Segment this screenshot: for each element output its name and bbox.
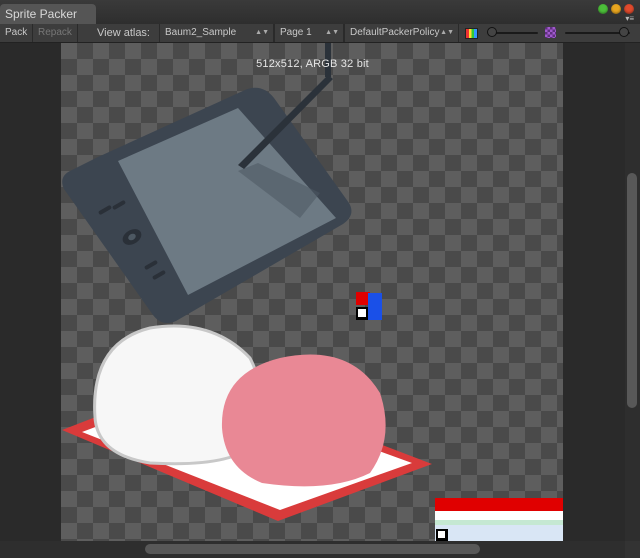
minimize-button[interactable]: [611, 4, 621, 14]
pen-tablet-sprite: [62, 43, 352, 323]
atlas-dropdown[interactable]: Baum2_Sample ▲▼: [159, 24, 274, 42]
packer-policy-dropdown[interactable]: DefaultPackerPolicy ▲▼: [344, 24, 459, 42]
atlas-sprites: [62, 43, 563, 541]
maximize-button[interactable]: [598, 4, 608, 14]
page-dropdown[interactable]: Page 1 ▲▼: [274, 24, 344, 42]
horizontal-scrollbar[interactable]: [0, 541, 625, 558]
color-square-sprite: [356, 292, 382, 320]
toolbar: Pack Repack View atlas: Baum2_Sample ▲▼ …: [0, 24, 640, 43]
repack-button[interactable]: Repack: [33, 24, 78, 42]
scroll-corner: [625, 541, 640, 558]
view-atlas-label: View atlas:: [97, 27, 150, 39]
close-button[interactable]: [624, 4, 634, 14]
tab-sprite-packer[interactable]: Sprite Packer: [0, 4, 96, 24]
page-dropdown-value: Page 1: [280, 27, 312, 38]
mip-slider-thumb[interactable]: [619, 27, 629, 37]
atlas-preview[interactable]: 512x512, ARGB 32 bit: [0, 43, 625, 541]
dropdown-arrows-icon: ▲▼: [255, 29, 269, 36]
vertical-scroll-thumb[interactable]: [627, 173, 637, 408]
context-menu-icon[interactable]: ▾≡: [625, 15, 634, 23]
mochi-sprite: [62, 324, 432, 521]
tab-bar: Sprite Packer ▾≡: [0, 0, 640, 24]
atlas-dropdown-value: Baum2_Sample: [165, 27, 237, 38]
pack-button[interactable]: Pack: [0, 24, 34, 42]
mipmap-icon[interactable]: [545, 27, 556, 38]
dropdown-arrows-icon: ▲▼: [325, 29, 339, 36]
vertical-scrollbar[interactable]: [625, 43, 640, 541]
atlas-info-label: 512x512, ARGB 32 bit: [256, 58, 369, 70]
dropdown-arrows-icon: ▲▼: [440, 29, 454, 36]
zoom-slider-thumb[interactable]: [487, 27, 497, 37]
packer-policy-value: DefaultPackerPolicy: [350, 27, 440, 38]
ui-panel-sprite: [435, 498, 563, 541]
horizontal-scroll-thumb[interactable]: [145, 544, 480, 554]
window-controls: [598, 4, 634, 14]
rgb-channel-icon[interactable]: [465, 28, 478, 39]
